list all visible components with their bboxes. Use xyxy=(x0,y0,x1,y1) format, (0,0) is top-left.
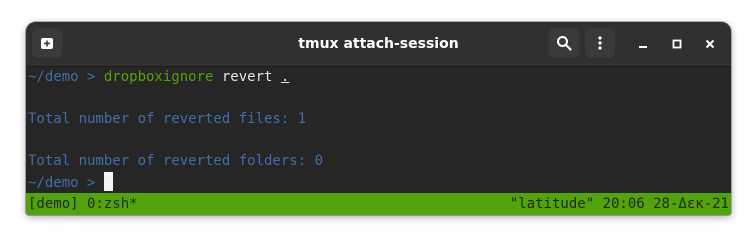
new-tab-button[interactable] xyxy=(32,28,62,58)
output-files-line: Total number of reverted files: 1 xyxy=(28,111,307,127)
output-folders-line: Total number of reverted folders: 0 xyxy=(28,153,324,169)
minimize-button[interactable] xyxy=(632,33,654,55)
current-prompt-line[interactable]: ~/demo > xyxy=(28,172,113,193)
text-cursor xyxy=(103,172,113,191)
minimize-icon xyxy=(639,46,647,48)
search-icon xyxy=(557,36,572,51)
search-button[interactable] xyxy=(549,28,579,58)
status-session-window[interactable]: [demo] 0:zsh* xyxy=(28,193,138,215)
maximize-icon xyxy=(672,39,682,49)
maximize-button[interactable] xyxy=(666,33,688,55)
command-name: dropboxignore xyxy=(103,69,214,85)
shell-prompt: ~/demo > xyxy=(28,175,104,191)
close-button[interactable] xyxy=(699,33,721,55)
command-path-arg: . xyxy=(280,69,290,85)
title-bar: tmux attach-session xyxy=(26,22,731,67)
tmux-status-bar: [demo] 0:zsh* "latitude" 20:06 28-Δεκ-21 xyxy=(26,193,731,215)
command-args: revert xyxy=(213,69,281,85)
status-host-clock: "latitude" 20:06 28-Δεκ-21 xyxy=(509,196,729,212)
window-title: tmux attach-session xyxy=(298,36,459,52)
kebab-menu-icon xyxy=(598,36,602,50)
shell-prompt: ~/demo > xyxy=(28,69,104,85)
terminal-output[interactable]: ~/demo > dropboxignore revert . Total nu… xyxy=(26,67,731,193)
menu-button[interactable] xyxy=(585,28,615,58)
command-line: ~/demo > dropboxignore revert . xyxy=(28,67,289,88)
close-icon xyxy=(705,39,715,49)
terminal-window: tmux attach-session ~/demo > dropboxigno… xyxy=(26,22,731,215)
new-tab-icon xyxy=(41,38,53,49)
